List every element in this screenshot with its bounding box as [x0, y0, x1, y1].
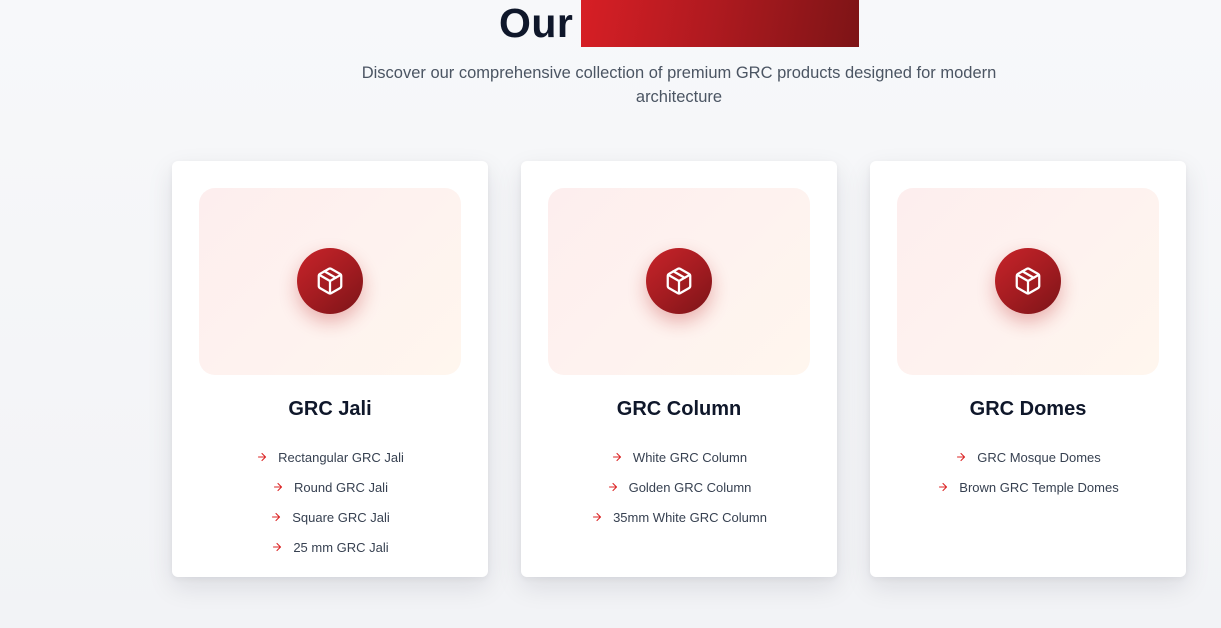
list-item-label[interactable]: Golden GRC Column — [629, 480, 752, 495]
arrow-right-icon — [612, 452, 621, 462]
products-section: Our Discover our comprehensive collectio… — [0, 0, 1221, 628]
card-media — [548, 188, 810, 375]
list-item[interactable]: White GRC Column — [521, 442, 837, 472]
list-item-label[interactable]: Square GRC Jali — [292, 510, 390, 525]
list-item-label[interactable]: Brown GRC Temple Domes — [959, 480, 1118, 495]
card-media — [199, 188, 461, 375]
list-item[interactable]: GRC Mosque Domes — [870, 442, 1186, 472]
card-media — [897, 188, 1159, 375]
list-item-label[interactable]: White GRC Column — [633, 450, 747, 465]
arrow-right-icon — [272, 512, 281, 522]
list-item[interactable]: Brown GRC Temple Domes — [870, 472, 1186, 502]
list-item[interactable]: Round GRC Jali — [172, 472, 488, 502]
card-title[interactable]: GRC Domes — [870, 397, 1186, 421]
list-item-label[interactable]: Round GRC Jali — [294, 480, 388, 495]
list-item[interactable]: 25 mm GRC Jali — [172, 532, 488, 562]
list-item[interactable]: Rectangular GRC Jali — [172, 442, 488, 472]
arrow-right-icon — [593, 512, 602, 522]
package-icon-badge — [646, 248, 712, 314]
package-icon-badge — [297, 248, 363, 314]
arrow-right-icon — [608, 482, 617, 492]
product-list: White GRC Column Golden GRC Column 35mm … — [521, 442, 837, 532]
arrow-right-icon — [939, 482, 948, 492]
arrow-right-icon — [273, 482, 283, 492]
card-title[interactable]: GRC Jali — [172, 397, 488, 421]
arrow-right-icon — [258, 452, 267, 462]
list-item-label[interactable]: 25 mm GRC Jali — [293, 540, 388, 555]
product-list: GRC Mosque Domes Brown GRC Temple Domes — [870, 442, 1186, 502]
list-item-label[interactable]: 35mm White GRC Column — [613, 510, 767, 525]
package-icon — [1015, 267, 1041, 295]
section-heading: Our — [0, 0, 1221, 48]
product-card-grc-jali[interactable]: GRC Jali Rectangular GRC Jali Round GRC … — [172, 161, 488, 577]
heading-word: Our — [499, 0, 574, 46]
arrow-right-icon — [957, 452, 966, 462]
list-item-label[interactable]: Rectangular GRC Jali — [278, 450, 404, 465]
arrow-right-icon — [273, 542, 282, 552]
product-list: Rectangular GRC Jali Round GRC Jali Squa… — [172, 442, 488, 562]
package-icon — [317, 267, 343, 295]
list-item-label[interactable]: GRC Mosque Domes — [977, 450, 1101, 465]
product-card-grc-column[interactable]: GRC Column White GRC Column Golden GRC C… — [521, 161, 837, 577]
section-subtitle: Discover our comprehensive collection of… — [361, 64, 997, 106]
product-card-grc-domes[interactable]: GRC Domes GRC Mosque Domes Brown GRC Tem… — [870, 161, 1186, 577]
list-item[interactable]: 35mm White GRC Column — [521, 502, 837, 532]
heading-highlight-bar — [581, 0, 859, 47]
package-icon — [666, 267, 692, 295]
list-item[interactable]: Square GRC Jali — [172, 502, 488, 532]
card-title[interactable]: GRC Column — [521, 397, 837, 421]
list-item[interactable]: Golden GRC Column — [521, 472, 837, 502]
package-icon-badge — [995, 248, 1061, 314]
